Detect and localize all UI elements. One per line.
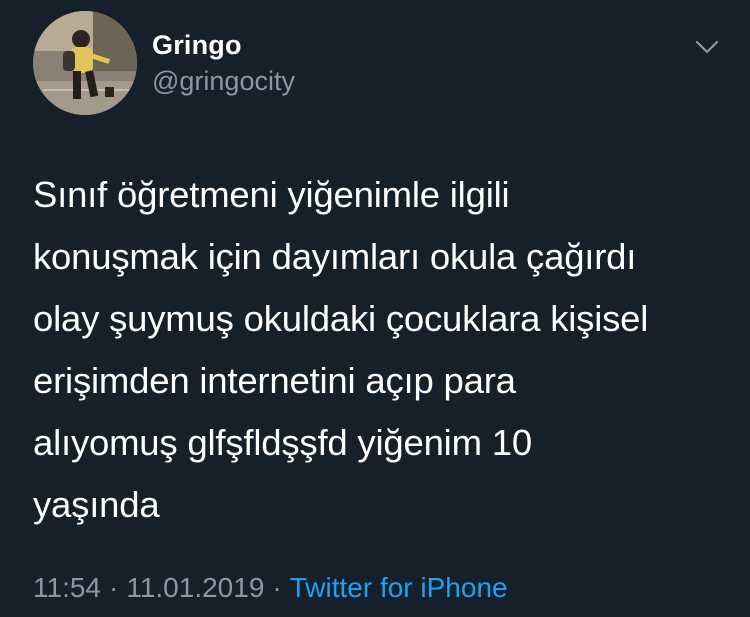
tweet-meta: 11:54 · 11.01.2019 · Twitter for iPhone bbox=[33, 572, 508, 604]
user-handle[interactable]: @gringocity bbox=[152, 66, 295, 97]
tweet-card: Gringo @gringocity Sınıf öğretmeni yiğen… bbox=[0, 0, 750, 617]
avatar-image bbox=[33, 11, 137, 115]
chevron-down-icon[interactable] bbox=[690, 34, 724, 60]
tweet-text-line: konuşmak için dayımları okula çağırdı bbox=[33, 236, 637, 277]
tweet-text-line: olay şuymuş okuldaki çocuklara kişisel bbox=[33, 298, 649, 339]
tweet-text-line: yaşında bbox=[33, 484, 160, 525]
avatar[interactable] bbox=[33, 11, 137, 115]
tweet-date[interactable]: 11.01.2019 bbox=[126, 572, 264, 603]
tweet-text-line: erişimden internetini açıp para bbox=[33, 360, 516, 401]
tweet-source-link[interactable]: Twitter for iPhone bbox=[290, 572, 508, 603]
tweet-time[interactable]: 11:54 bbox=[33, 572, 101, 603]
tweet-text: Sınıf öğretmeni yiğenimle ilgili konuşma… bbox=[33, 164, 733, 536]
meta-separator: · bbox=[272, 572, 282, 603]
tweet-text-line: Sınıf öğretmeni yiğenimle ilgili bbox=[33, 174, 510, 215]
display-name[interactable]: Gringo bbox=[152, 30, 242, 61]
meta-separator: · bbox=[109, 572, 119, 603]
tweet-text-line: alıyomuş glfşfldşşfd yiğenim 10 bbox=[33, 422, 532, 463]
